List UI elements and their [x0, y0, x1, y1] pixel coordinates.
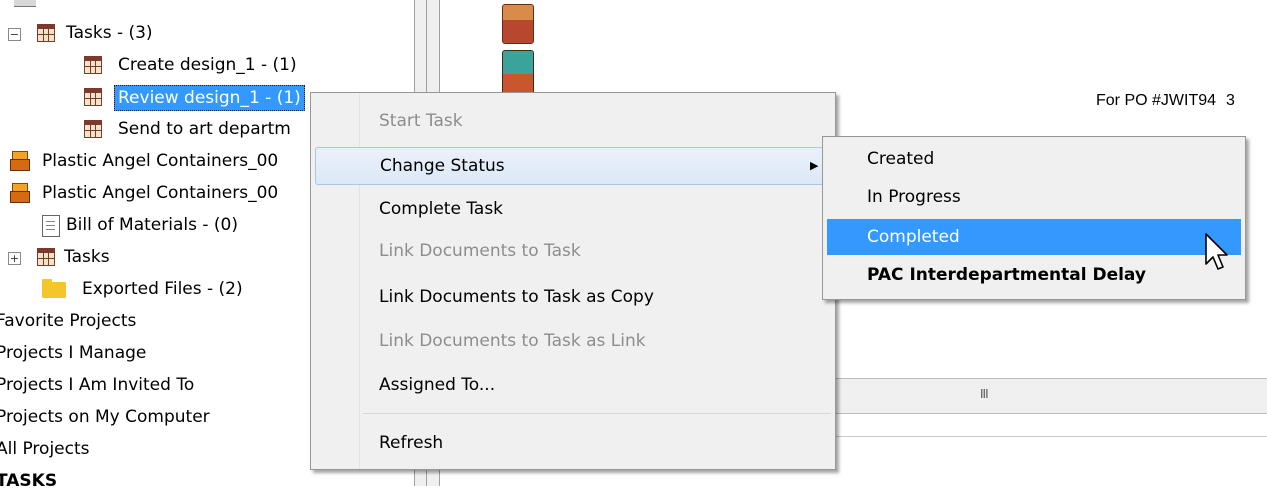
document-icon: [42, 215, 60, 237]
tree-item-label: Tasks: [64, 247, 110, 267]
task-icon: [84, 56, 102, 74]
box-icon-1: [502, 4, 534, 44]
menu-item-assigned-to[interactable]: Assigned To...: [311, 367, 831, 403]
menu-item-label: PAC Interdepartmental Delay: [867, 265, 1146, 285]
tree-row-partial-icon: [14, 0, 36, 7]
tree-item-label: Create design_1 - (1): [118, 55, 297, 75]
status-option-in-progress[interactable]: In Progress: [823, 179, 1241, 215]
tree-item-all-projects[interactable]: All Projects: [0, 434, 90, 464]
package-icon: [10, 183, 30, 203]
box-icon-2: [502, 50, 534, 94]
mouse-pointer-icon: [1205, 233, 1228, 270]
menu-item-label: Refresh: [379, 433, 444, 453]
tree-item-label: Projects I Manage: [0, 343, 147, 363]
tree-item-projects-on-computer[interactable]: Projects on My Computer: [0, 402, 210, 432]
menu-item-label: In Progress: [867, 187, 961, 207]
tree-item-label: Plastic Angel Containers_00: [42, 151, 279, 171]
package-icon: [10, 151, 30, 171]
task-icon: [84, 120, 102, 138]
status-strip: [790, 414, 1267, 437]
menu-item-label: Link Documents to Task as Link: [379, 331, 646, 351]
tree-item-projects-i-manage[interactable]: Projects I Manage: [0, 338, 146, 368]
tree-item-label: Bill of Materials - (0): [66, 215, 238, 235]
menu-item-label: Complete Task: [379, 199, 504, 219]
tree-item-label: Plastic Angel Containers_00: [42, 183, 279, 203]
collapse-icon[interactable]: −: [8, 28, 21, 41]
tree-item-projects-invited[interactable]: Projects I Am Invited To: [0, 370, 194, 400]
menu-item-label: Link Documents to Task: [379, 241, 581, 261]
menu-item-complete-task[interactable]: Complete Task: [311, 191, 831, 227]
po-count: 3: [1226, 92, 1235, 109]
menu-item-label: Change Status: [380, 156, 505, 176]
horizontal-scrollbar[interactable]: III: [790, 378, 1267, 414]
submenu-arrow-icon: ▶: [810, 159, 819, 172]
menu-item-label: Created: [867, 149, 935, 169]
status-option-completed[interactable]: Completed: [827, 219, 1241, 255]
status-option-pac-delay[interactable]: PAC Interdepartmental Delay: [823, 257, 1241, 293]
menu-item-label: Completed: [867, 227, 960, 247]
menu-item-start-task[interactable]: Start Task: [311, 103, 831, 139]
menu-item-label: Assigned To...: [379, 375, 496, 395]
task-icon: [84, 88, 102, 106]
menu-item-link-documents-copy[interactable]: Link Documents to Task as Copy: [311, 279, 831, 315]
tree-item-favorite-projects[interactable]: Favorite Projects: [0, 306, 136, 336]
tree-item-label: Send to art departm: [118, 119, 291, 139]
tree-item-label: All Projects: [0, 439, 90, 459]
menu-separator: [363, 413, 831, 414]
tree-item-label: TASKS: [0, 471, 58, 491]
folder-icon: [42, 279, 66, 298]
task-group-icon: [37, 248, 55, 266]
tree-item-label: Exported Files - (2): [82, 279, 243, 299]
status-option-created[interactable]: Created: [823, 141, 1241, 177]
tree-item-label: Projects on My Computer: [0, 407, 210, 427]
menu-item-change-status[interactable]: Change Status ▶: [315, 147, 827, 185]
tree-item-label: Tasks - (3): [66, 23, 153, 43]
menu-item-link-documents[interactable]: Link Documents to Task: [311, 233, 831, 269]
task-group-icon: [37, 24, 55, 42]
po-label: For PO #JWIT94: [1096, 92, 1217, 109]
menu-item-link-documents-link[interactable]: Link Documents to Task as Link: [311, 323, 831, 359]
menu-item-label: Link Documents to Task as Copy: [379, 287, 654, 307]
tree-item-label: Projects I Am Invited To: [0, 375, 195, 395]
context-menu: Start Task Change Status ▶ Complete Task…: [310, 92, 836, 470]
status-submenu: Created In Progress Completed PAC Interd…: [822, 136, 1246, 300]
tree-item-label-selected: Review design_1 - (1): [114, 85, 305, 111]
menu-item-label: Start Task: [379, 111, 463, 131]
tree-item-label: Favorite Projects: [0, 311, 137, 331]
menu-item-refresh[interactable]: Refresh: [311, 425, 831, 461]
tree-item-tasks-header[interactable]: TASKS: [0, 466, 57, 496]
expand-icon[interactable]: +: [8, 252, 21, 265]
scroll-grip-icon[interactable]: III: [980, 387, 989, 401]
